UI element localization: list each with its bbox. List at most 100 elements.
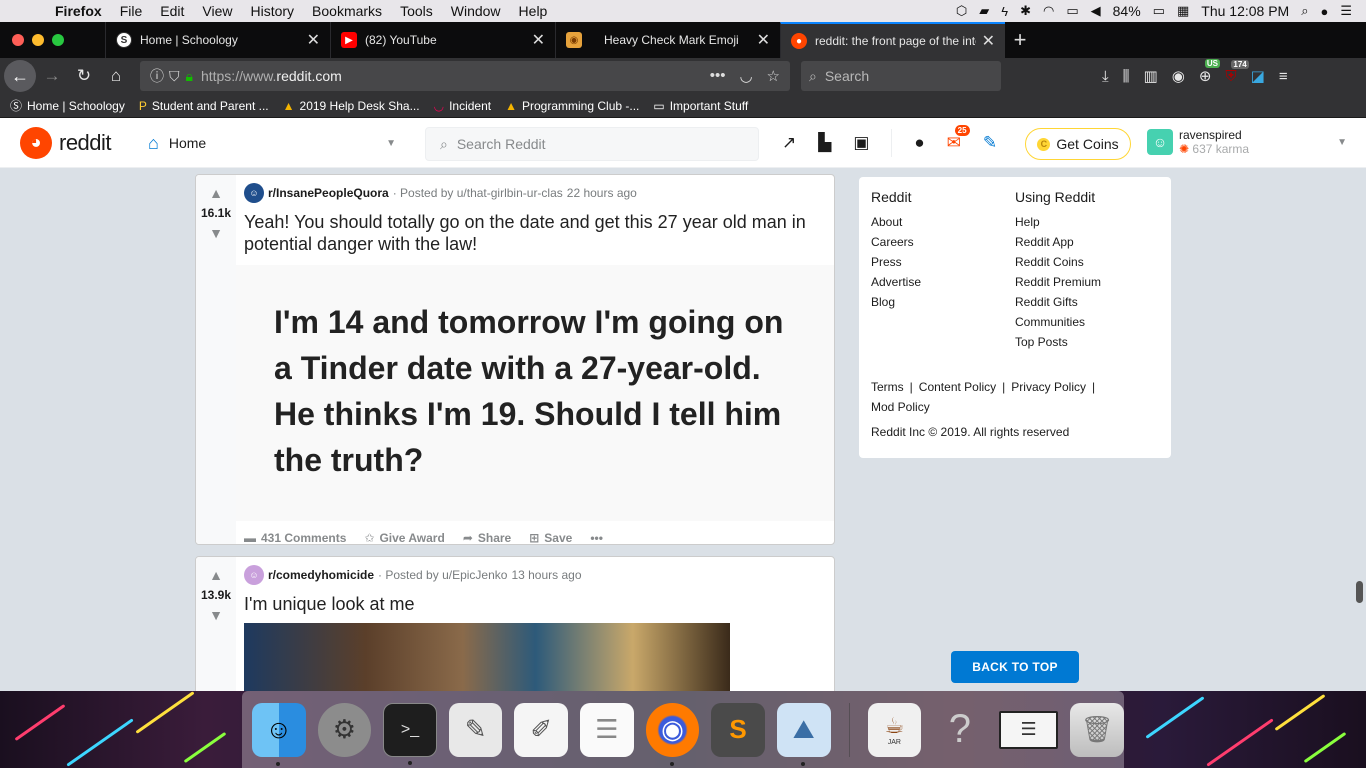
- menu-bookmarks[interactable]: Bookmarks: [303, 3, 391, 19]
- firefox-icon[interactable]: ◉: [645, 702, 700, 766]
- bookmark-help-desk[interactable]: ▲ 2019 Help Desk Sha...: [283, 99, 420, 113]
- flag-icon[interactable]: ▦: [1177, 3, 1189, 19]
- subreddit-link[interactable]: r/InsanePeopleQuora: [268, 186, 389, 200]
- library-icon[interactable]: ⫼: [1123, 68, 1130, 85]
- minimize-window-button[interactable]: [32, 34, 44, 46]
- battery-icon[interactable]: ▭: [1153, 3, 1165, 19]
- close-icon[interactable]: ✕: [532, 30, 545, 50]
- menu-view[interactable]: View: [193, 3, 241, 19]
- textedit-icon[interactable]: ✐: [514, 702, 569, 757]
- upvote-icon[interactable]: ▲: [209, 185, 223, 201]
- link-press[interactable]: Press: [871, 255, 1015, 270]
- link-terms[interactable]: Terms: [871, 380, 904, 394]
- page-actions-icon[interactable]: •••: [710, 67, 726, 85]
- volume-icon[interactable]: ◀: [1091, 3, 1101, 19]
- pocket-icon[interactable]: ◡: [739, 67, 752, 85]
- tab-youtube[interactable]: ▶ (82) YouTube ✕: [330, 22, 555, 58]
- posted-by[interactable]: · Posted by u/EpicJenko: [378, 568, 507, 582]
- menu-help[interactable]: Help: [510, 3, 557, 19]
- home-icon[interactable]: ⌂: [100, 60, 132, 92]
- bookmark-schoology[interactable]: Ⓢ Home | Schoology: [10, 97, 125, 114]
- forward-arrow-icon[interactable]: →: [36, 60, 68, 92]
- close-icon[interactable]: ✕: [982, 31, 995, 51]
- notification-center-icon[interactable]: ☰: [1340, 3, 1352, 19]
- bookmark-student-parent[interactable]: P Student and Parent ...: [139, 99, 269, 113]
- system-preferences-icon[interactable]: ⚙: [317, 702, 372, 757]
- link-top-posts[interactable]: Top Posts: [1015, 335, 1159, 350]
- close-icon[interactable]: ✕: [757, 30, 770, 50]
- subreddit-link[interactable]: r/comedyhomicide: [268, 568, 374, 582]
- original-content-icon[interactable]: ▣: [853, 133, 869, 153]
- share-button[interactable]: ➦ Share: [463, 531, 511, 544]
- tracking-shield-icon[interactable]: ⛉: [169, 68, 180, 85]
- link-reddit-app[interactable]: Reddit App: [1015, 235, 1159, 250]
- siri-icon[interactable]: ●: [1320, 4, 1328, 19]
- extension-icon[interactable]: ◪: [1251, 67, 1265, 85]
- post-image[interactable]: [244, 623, 730, 691]
- chat-icon[interactable]: ●: [914, 133, 924, 153]
- downvote-icon[interactable]: ▼: [209, 607, 223, 623]
- get-coins-button[interactable]: C Get Coins: [1025, 128, 1131, 160]
- hamburger-menu-icon[interactable]: ≡: [1279, 68, 1288, 85]
- all-stats-icon[interactable]: ▙: [818, 133, 831, 153]
- link-reddit-premium[interactable]: Reddit Premium: [1015, 275, 1159, 290]
- link-about[interactable]: About: [871, 215, 1015, 230]
- close-icon[interactable]: ✕: [307, 30, 320, 50]
- browser-search-input[interactable]: ⌕ Search: [801, 61, 1001, 91]
- bluetooth-icon[interactable]: ✱: [1020, 3, 1031, 19]
- scrollbar-thumb[interactable]: [1356, 581, 1363, 603]
- wifi-icon[interactable]: ◠: [1043, 3, 1054, 19]
- spotlight-search-icon[interactable]: ⌕: [1301, 3, 1308, 19]
- back-to-top-button[interactable]: BACK TO TOP: [951, 651, 1079, 683]
- link-advertise[interactable]: Advertise: [871, 275, 1015, 290]
- sidebar-icon[interactable]: ▥: [1144, 67, 1158, 85]
- subreddit-icon[interactable]: ☺: [244, 183, 264, 203]
- tab-emojipedia[interactable]: ◉ Heavy Check Mark Emoji ✕: [555, 22, 780, 58]
- more-options-icon[interactable]: •••: [590, 531, 603, 544]
- upvote-icon[interactable]: ▲: [209, 567, 223, 583]
- link-reddit-coins[interactable]: Reddit Coins: [1015, 255, 1159, 270]
- post-title[interactable]: Yeah! You should totally go on the date …: [244, 211, 826, 255]
- terminal-icon[interactable]: >_: [383, 702, 437, 765]
- jar-launcher-icon[interactable]: ☕ JAR: [867, 702, 922, 757]
- zoom-window-button[interactable]: [52, 34, 64, 46]
- battery-percent[interactable]: 84%: [1113, 3, 1141, 19]
- clock[interactable]: Thu 12:08 PM: [1201, 3, 1289, 19]
- preview-icon[interactable]: ⛰: [776, 702, 831, 766]
- link-privacy-policy[interactable]: Privacy Policy: [1011, 380, 1086, 394]
- back-arrow-icon[interactable]: ←: [4, 60, 36, 92]
- notes-icon[interactable]: ☰: [580, 702, 634, 757]
- drive-status-icon[interactable]: ▰: [979, 3, 989, 19]
- post-time[interactable]: 13 hours ago: [511, 568, 581, 582]
- menu-tools[interactable]: Tools: [391, 3, 442, 19]
- home-dropdown[interactable]: ⌂ Home ▼: [148, 128, 396, 158]
- address-bar[interactable]: ⓘ ⛉ 🔒︎ https://www.reddit.com ••• ◡ ☆: [140, 61, 790, 91]
- lightning-icon[interactable]: ϟ: [1001, 4, 1008, 19]
- info-icon[interactable]: ⓘ: [150, 66, 164, 86]
- link-help[interactable]: Help: [1015, 215, 1159, 230]
- bookmark-incident[interactable]: ◡ Incident: [434, 99, 492, 113]
- create-post-icon[interactable]: ✎: [983, 133, 997, 153]
- bookmark-star-icon[interactable]: ☆: [767, 67, 780, 85]
- unknown-app-icon[interactable]: ?: [933, 703, 987, 757]
- menu-edit[interactable]: Edit: [151, 3, 193, 19]
- ublock-extension-icon[interactable]: ⛨ 174: [1225, 59, 1249, 85]
- link-mod-policy[interactable]: Mod Policy: [871, 400, 930, 414]
- subreddit-icon[interactable]: ☺: [244, 565, 264, 585]
- post-image[interactable]: I'm 14 and tomorrow I'm going on a Tinde…: [236, 265, 834, 521]
- downloads-icon[interactable]: ⤓: [1102, 68, 1109, 85]
- user-menu[interactable]: ☺ ravenspired ✺ 637 karma ▼: [1147, 128, 1347, 156]
- script-editor-icon[interactable]: ✎: [448, 702, 503, 757]
- comments-button[interactable]: ▬ 431 Comments: [244, 531, 346, 544]
- downvote-icon[interactable]: ▼: [209, 225, 223, 241]
- link-careers[interactable]: Careers: [871, 235, 1015, 250]
- reddit-search-input[interactable]: ⌕ Search Reddit: [425, 127, 759, 161]
- mail-icon[interactable]: ✉ 25: [947, 125, 970, 153]
- menu-history[interactable]: History: [241, 3, 303, 19]
- airplay-icon[interactable]: ▭: [1066, 3, 1078, 19]
- post-title[interactable]: I'm unique look at me: [244, 593, 826, 615]
- tab-schoology[interactable]: S Home | Schoology ✕: [105, 22, 330, 58]
- link-reddit-gifts[interactable]: Reddit Gifts: [1015, 295, 1159, 310]
- post-card[interactable]: ▲ 16.1k ▼ ☺ r/InsanePeopleQuora · Posted…: [195, 174, 835, 545]
- reddit-logo[interactable]: ◕ reddit: [20, 126, 112, 159]
